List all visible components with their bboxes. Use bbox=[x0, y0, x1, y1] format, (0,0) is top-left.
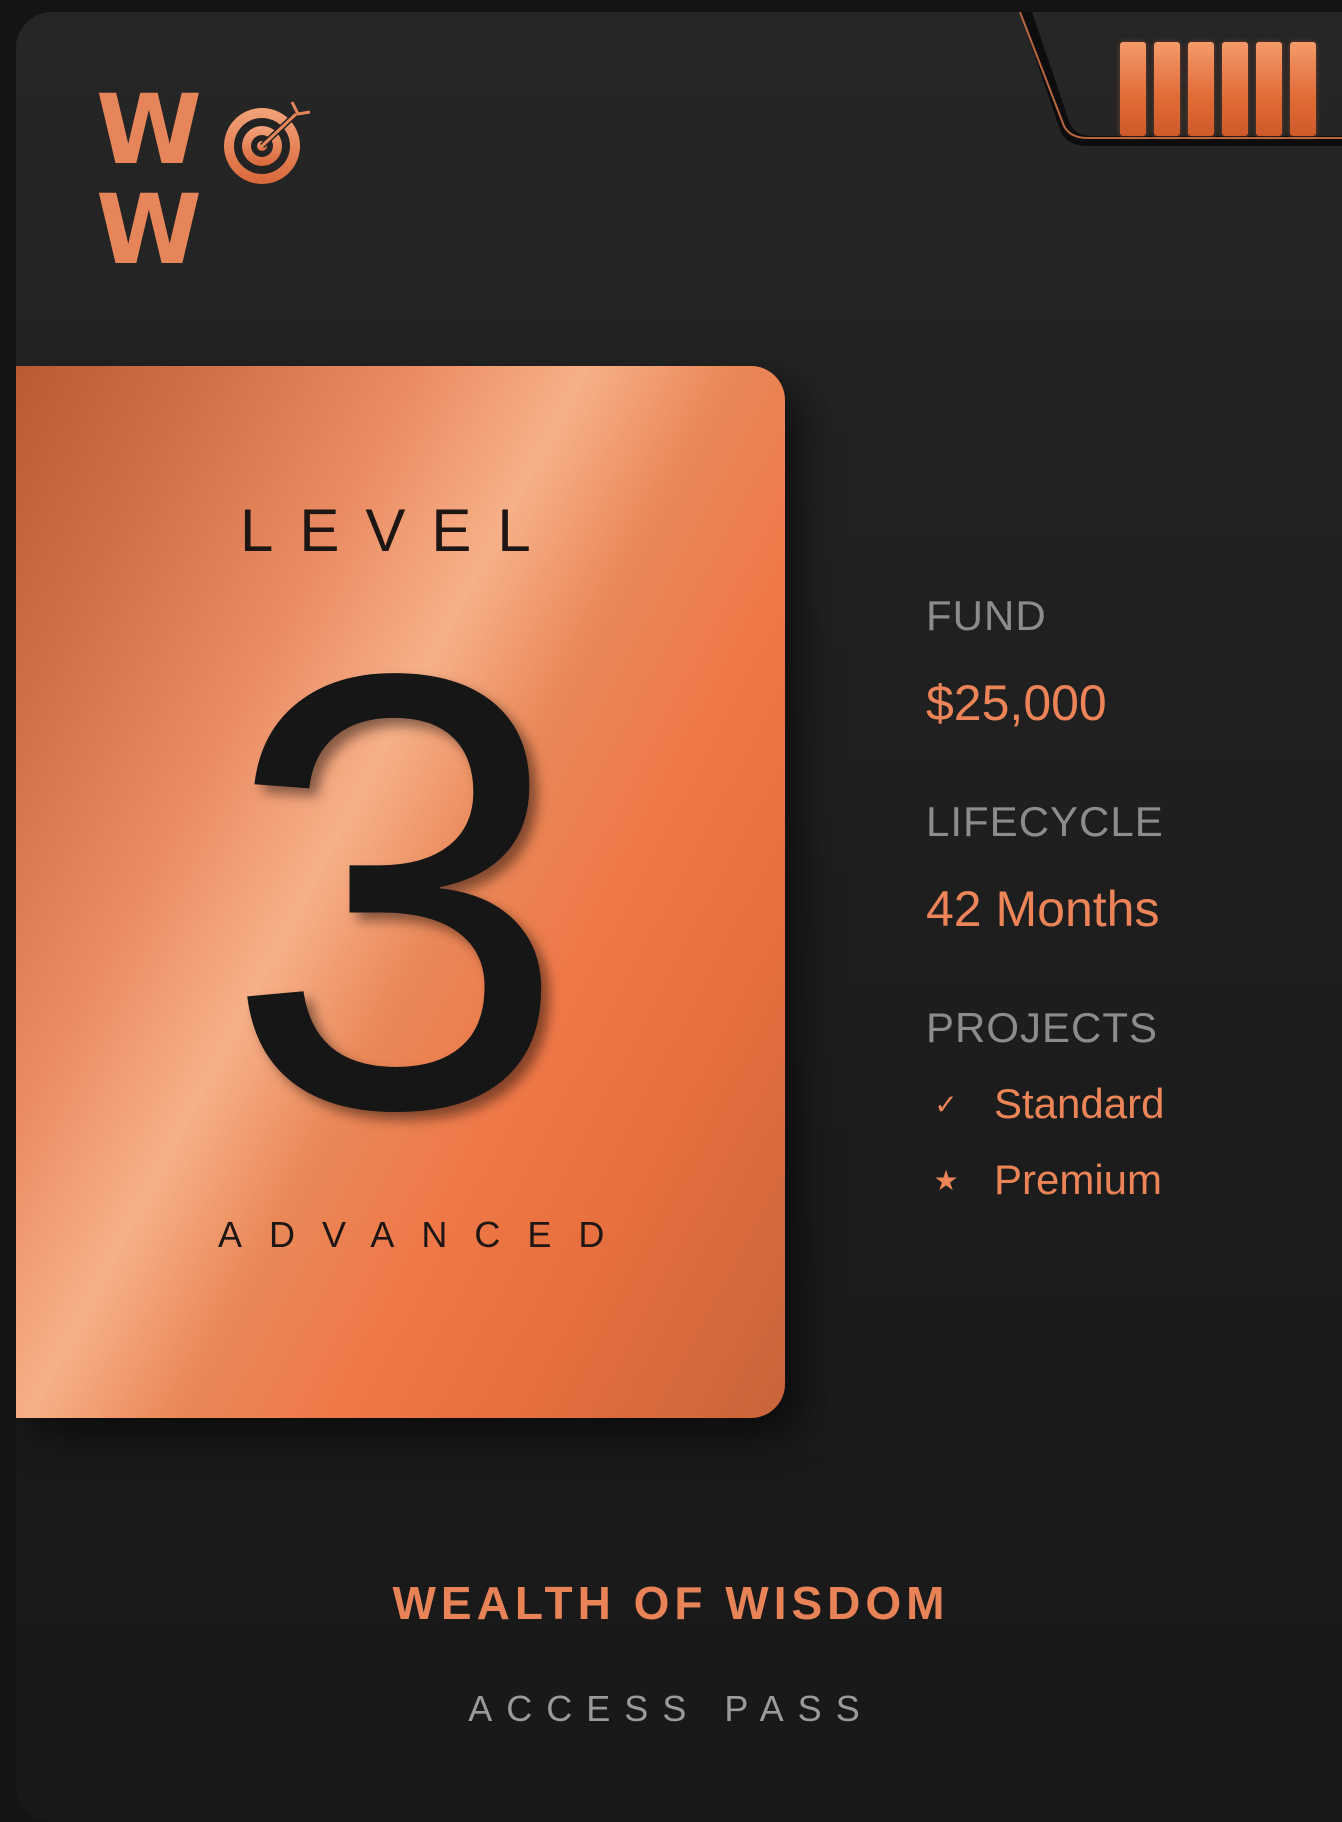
project-label: Standard bbox=[994, 1080, 1165, 1127]
fund-label: FUND bbox=[926, 592, 1047, 639]
level-number-text: 3 bbox=[224, 606, 569, 1166]
footer-subtitle: ACCESS PASS bbox=[468, 1688, 874, 1729]
level-number: 3 bbox=[224, 606, 569, 1166]
check-icon: ✓ bbox=[934, 1088, 958, 1120]
battery-icon bbox=[1120, 42, 1316, 136]
projects-label: PROJECTS bbox=[926, 1004, 1159, 1051]
level-panel: LEVEL 3 ADVANCED bbox=[16, 366, 785, 1418]
fund-value: $25,000 bbox=[926, 675, 1107, 731]
battery-segment bbox=[1120, 42, 1146, 136]
list-item: ✓ Standard bbox=[926, 1080, 1164, 1128]
lifecycle-value: 42 Months bbox=[926, 881, 1160, 937]
battery-segment bbox=[1222, 42, 1248, 136]
battery-segment bbox=[1290, 42, 1316, 136]
battery-segment bbox=[1188, 42, 1214, 136]
list-item: ★ Premium bbox=[926, 1156, 1162, 1204]
target-icon bbox=[224, 101, 311, 184]
logo-letter-right: W bbox=[96, 174, 202, 286]
star-icon: ★ bbox=[933, 1164, 959, 1196]
lifecycle-label: LIFECYCLE bbox=[926, 798, 1164, 845]
project-label: Premium bbox=[994, 1156, 1163, 1203]
logo-letter-left: W bbox=[96, 74, 202, 186]
level-label: LEVEL bbox=[240, 497, 557, 564]
footer-title: WEALTH OF WISDOM bbox=[392, 1577, 950, 1629]
wow-logo: WW bbox=[96, 80, 406, 280]
battery-segment bbox=[1154, 42, 1180, 136]
access-pass-card: WW LEVEL 3 ADVANCED FUND $25,000 LIFECYC… bbox=[16, 12, 1342, 1822]
tier-label: ADVANCED bbox=[218, 1214, 632, 1255]
battery-segment bbox=[1256, 42, 1282, 136]
